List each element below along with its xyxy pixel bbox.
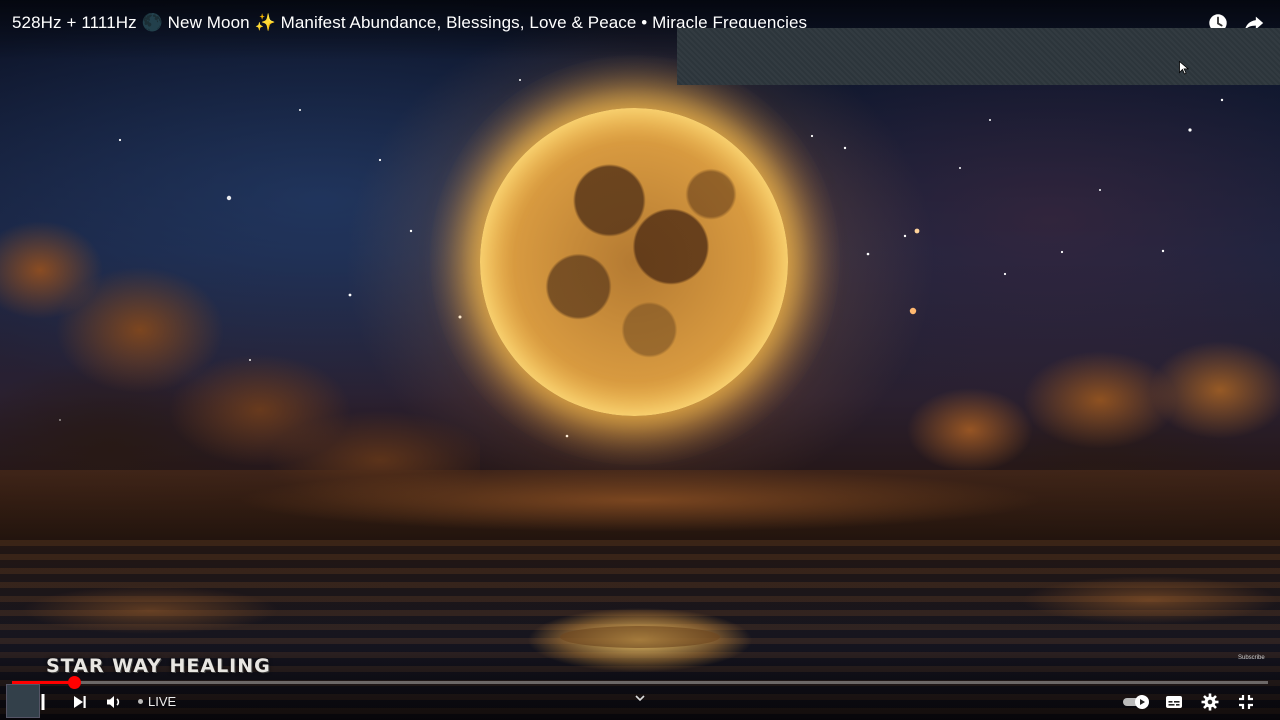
subscribe-watermark[interactable]: Subscribe xyxy=(1238,655,1265,661)
live-indicator[interactable]: LIVE xyxy=(138,694,176,709)
channel-watermark: STAR WAY HEALING xyxy=(46,655,271,677)
mouse-cursor-icon xyxy=(1179,61,1189,75)
horizon-clouds xyxy=(0,470,1280,550)
pause-icon[interactable] xyxy=(34,692,54,712)
live-label: LIVE xyxy=(148,694,177,709)
overlay-panel xyxy=(677,28,1280,85)
live-dot xyxy=(138,699,143,704)
gear-icon[interactable] xyxy=(1200,692,1220,712)
full-moon xyxy=(480,108,788,416)
video-player[interactable]: 528Hz + 1111Hz 🌑 New Moon ✨ Manifest Abu… xyxy=(0,0,1280,720)
captions-icon[interactable] xyxy=(1164,692,1184,712)
exit-fullscreen-icon[interactable] xyxy=(1236,692,1256,712)
bottom-gradient xyxy=(0,640,1280,720)
volume-icon[interactable] xyxy=(104,692,124,712)
clouds-left xyxy=(0,210,480,510)
progress-scrubber[interactable] xyxy=(67,676,81,689)
progress-bar[interactable] xyxy=(12,676,1268,689)
next-icon[interactable] xyxy=(70,692,90,712)
chevron-down-icon[interactable] xyxy=(633,692,647,704)
autoplay-toggle-icon[interactable] xyxy=(1122,694,1152,710)
